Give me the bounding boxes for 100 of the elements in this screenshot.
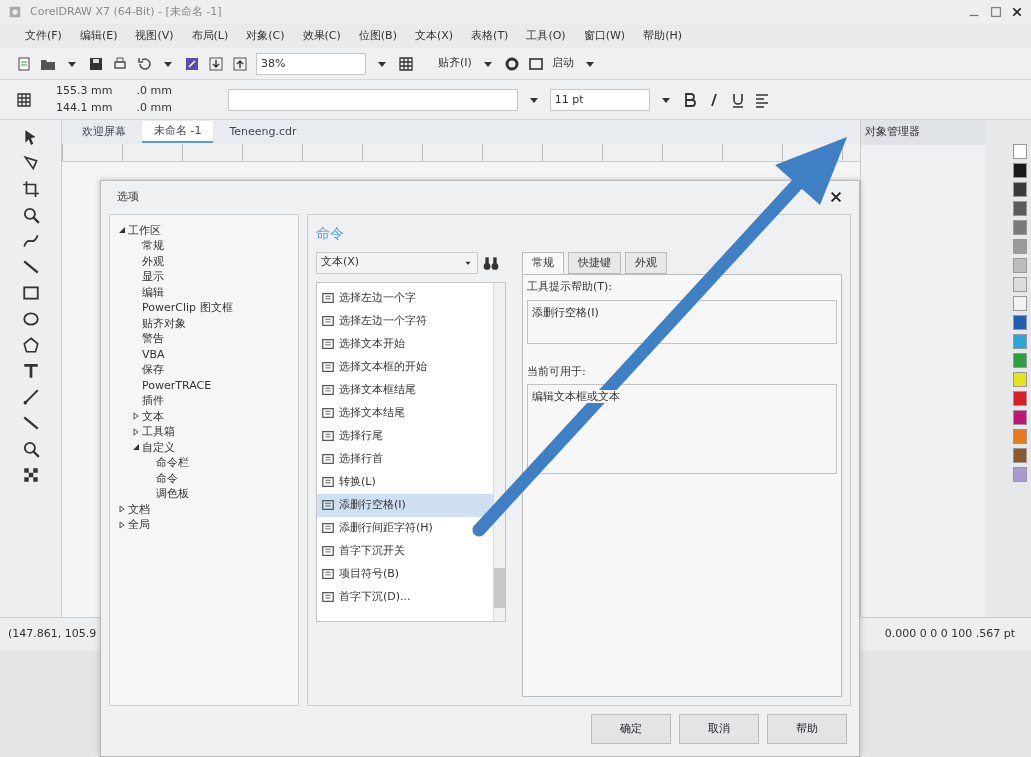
availability-field[interactable]: 编辑文本框或文本 xyxy=(527,384,837,474)
tree-item[interactable]: 命令栏 xyxy=(156,455,189,471)
command-item[interactable]: 选择文本开始 xyxy=(317,332,493,356)
color-swatch[interactable] xyxy=(1013,239,1027,254)
text-tool-icon[interactable] xyxy=(21,362,40,380)
line-icon[interactable] xyxy=(21,388,40,406)
curve-icon[interactable] xyxy=(21,232,40,250)
tree-item[interactable]: PowerClip 图文框 xyxy=(142,300,233,316)
command-item[interactable]: 添删行间距字符(H) xyxy=(317,516,493,540)
color-swatch[interactable] xyxy=(1013,372,1027,387)
document-tab[interactable]: 欢迎屏幕 xyxy=(70,121,138,143)
save-icon[interactable] xyxy=(88,55,104,72)
tree-item[interactable]: 显示 xyxy=(142,269,164,285)
crop-icon[interactable] xyxy=(21,180,40,198)
color-swatch[interactable] xyxy=(1013,220,1027,235)
menu-item[interactable]: 位图(B) xyxy=(349,27,406,45)
tree-item[interactable]: 命令 xyxy=(156,470,178,486)
color-swatch[interactable] xyxy=(1013,467,1027,482)
expand-arrow-icon[interactable] xyxy=(118,520,126,529)
close-icon[interactable] xyxy=(1011,6,1023,18)
offset-field[interactable]: .0 mm xyxy=(136,83,172,100)
close-icon[interactable] xyxy=(829,190,843,205)
tree-item[interactable]: 警告 xyxy=(142,331,164,347)
settings-icon[interactable] xyxy=(503,55,520,72)
tree-item[interactable]: 贴齐对象 xyxy=(142,315,186,331)
color-swatch[interactable] xyxy=(1013,144,1027,159)
command-item[interactable]: 项目符号(B) xyxy=(317,562,493,586)
menu-item[interactable]: 工具(O) xyxy=(517,27,575,45)
font-size-field[interactable]: 11 pt xyxy=(549,88,650,111)
menu-item[interactable]: 文本(X) xyxy=(405,27,463,45)
zoom-icon[interactable] xyxy=(21,440,40,458)
command-item[interactable]: 添删行空格(I) xyxy=(317,493,493,517)
document-tab[interactable]: 未命名 -1 xyxy=(142,120,214,144)
tree-item[interactable]: 编辑 xyxy=(142,284,164,300)
menu-item[interactable]: 文件(F) xyxy=(16,27,71,45)
scrollbar-thumb[interactable] xyxy=(494,567,505,608)
menu-item[interactable]: 布局(L) xyxy=(182,27,238,45)
tree-item[interactable]: 保存 xyxy=(142,362,164,378)
tree-item[interactable]: VBA xyxy=(142,346,165,362)
collapse-arrow-icon[interactable] xyxy=(118,226,126,235)
menu-item[interactable]: 视图(V) xyxy=(126,27,183,45)
command-item[interactable]: 选择文本结尾 xyxy=(317,401,493,425)
tooltip-field[interactable]: 添删行空格(I) xyxy=(527,299,837,344)
color-swatch[interactable] xyxy=(1013,277,1027,292)
tree-item[interactable]: 自定义 xyxy=(142,439,175,455)
connector-icon[interactable] xyxy=(21,414,40,432)
grid-icon[interactable] xyxy=(16,91,32,108)
snap-menu[interactable]: 贴齐(I) xyxy=(438,55,472,72)
menu-item[interactable]: 窗口(W) xyxy=(574,27,635,45)
command-item[interactable]: 首字下沉(D)... xyxy=(317,585,493,609)
command-item[interactable]: 选择左边一个字 xyxy=(317,286,493,310)
expand-arrow-icon[interactable] xyxy=(132,412,140,421)
category-dropdown[interactable]: 文本(X) xyxy=(316,251,478,274)
menu-item[interactable]: 帮助(H) xyxy=(634,27,691,45)
ellipse-icon[interactable] xyxy=(21,310,40,328)
align-icon[interactable] xyxy=(753,91,770,108)
launch-menu[interactable]: 启动 xyxy=(551,55,574,72)
tab[interactable]: 常规 xyxy=(522,251,564,274)
color-swatch[interactable] xyxy=(1013,258,1027,273)
new-document-icon[interactable] xyxy=(16,55,32,72)
height-field[interactable]: 144.1 mm xyxy=(56,99,113,116)
font-field[interactable] xyxy=(227,88,518,111)
tree-item[interactable]: 外观 xyxy=(142,253,164,269)
export-icon[interactable] xyxy=(232,55,248,72)
tree-item[interactable]: PowerTRACE xyxy=(142,377,212,393)
color-swatch[interactable] xyxy=(1013,448,1027,463)
color-swatch[interactable] xyxy=(1013,182,1027,197)
window-icon[interactable] xyxy=(527,55,544,72)
dialog-button[interactable]: 取消 xyxy=(679,714,759,744)
menu-item[interactable]: 对象(C) xyxy=(237,27,294,45)
dialog-button[interactable]: 确定 xyxy=(591,714,671,744)
tree-item[interactable]: 插件 xyxy=(142,393,164,409)
print-icon[interactable] xyxy=(112,55,128,72)
offset-field[interactable]: .0 mm xyxy=(136,99,172,116)
color-swatch[interactable] xyxy=(1013,429,1027,444)
polygon-icon[interactable] xyxy=(21,336,40,354)
color-swatch[interactable] xyxy=(1013,334,1027,349)
rect-icon[interactable] xyxy=(21,284,40,302)
color-swatch[interactable] xyxy=(1013,353,1027,368)
scrollbar[interactable] xyxy=(493,282,505,621)
grid-icon[interactable] xyxy=(398,55,414,72)
undo-icon[interactable] xyxy=(136,55,152,72)
tree-item[interactable]: 全局 xyxy=(128,517,150,533)
color-swatch[interactable] xyxy=(1013,315,1027,330)
tree-item[interactable]: 工作区 xyxy=(128,222,161,238)
color-swatch[interactable] xyxy=(1013,163,1027,178)
command-item[interactable]: 选择行尾 xyxy=(317,424,493,448)
expand-arrow-icon[interactable] xyxy=(132,427,140,436)
checker-icon[interactable] xyxy=(21,466,40,484)
width-field[interactable]: 155.3 mm xyxy=(56,83,113,100)
color-swatch[interactable] xyxy=(1013,410,1027,425)
collapse-arrow-icon[interactable] xyxy=(132,443,140,452)
tab[interactable]: 快捷键 xyxy=(568,251,621,274)
shape-icon[interactable] xyxy=(21,154,40,172)
tree-item[interactable]: 工具箱 xyxy=(142,424,175,440)
connector-icon[interactable] xyxy=(21,258,40,276)
color-swatch[interactable] xyxy=(1013,391,1027,406)
command-item[interactable]: 转换(L) xyxy=(317,470,493,494)
zoom-icon[interactable] xyxy=(21,206,40,224)
import-icon[interactable] xyxy=(208,55,224,72)
